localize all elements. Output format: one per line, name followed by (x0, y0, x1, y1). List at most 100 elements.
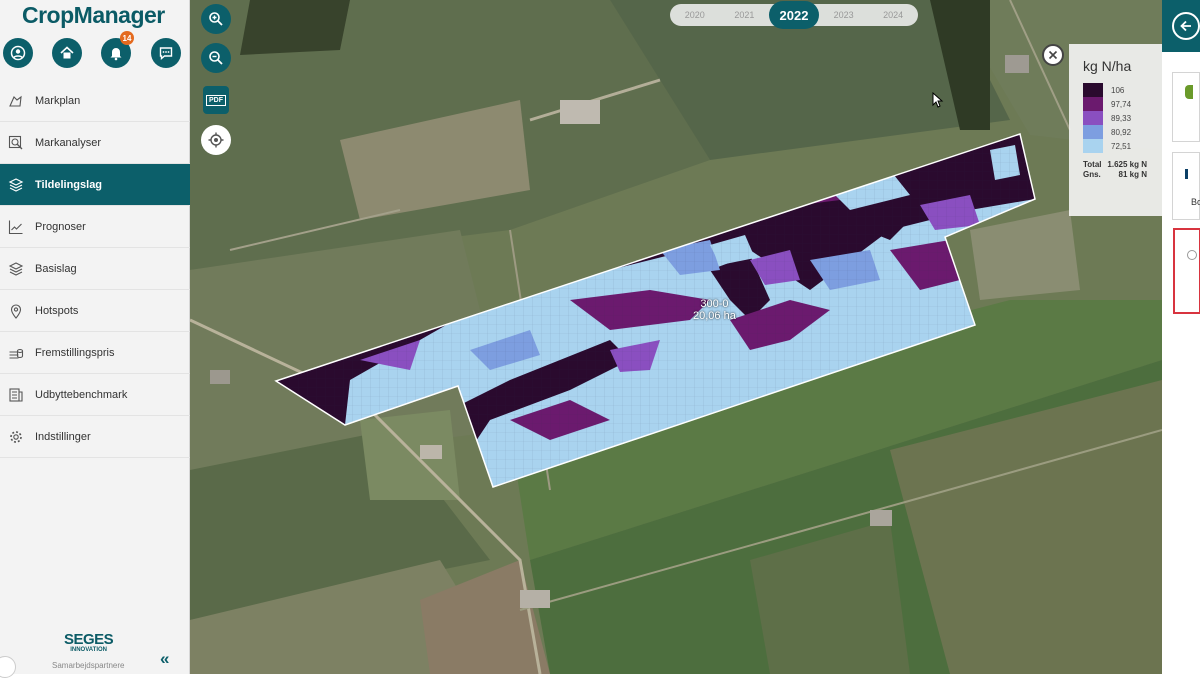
locate-icon (208, 132, 224, 148)
year-selector: 2020 2021 2022 2023 2024 (670, 1, 918, 29)
user-icon (10, 45, 26, 61)
nav-label: Tildelingslag (35, 178, 103, 191)
legend-value: 89,33 (1111, 113, 1132, 123)
nav-label: Fremstillingspris (35, 346, 115, 359)
year-option[interactable]: 2021 (720, 10, 770, 20)
field-polygon[interactable] (190, 0, 1162, 674)
main-nav: Markplan Markanalyser Tildelingslag Prog… (0, 80, 190, 458)
nav-item-tildelingslag[interactable]: Tildelingslag (0, 164, 190, 206)
nav-label: Prognoser (35, 220, 86, 233)
map-view[interactable]: 300-0 20,06 ha PDF 2020 2021 2022 2023 2… (190, 0, 1162, 674)
seges-brand: SEGES (64, 631, 114, 648)
nav-label: Basislag (35, 262, 77, 275)
pdf-export-button[interactable]: PDF (203, 86, 229, 114)
bell-icon (110, 48, 122, 61)
zoom-in-icon (209, 12, 223, 26)
seges-logo: SEGES INNOVATION (64, 631, 114, 654)
year-option[interactable]: 2023 (819, 10, 869, 20)
legend-row: 106 (1083, 83, 1162, 97)
field-name: 300-0 (700, 298, 729, 310)
nav-label: Hotspots (35, 304, 79, 317)
close-icon (1048, 50, 1058, 60)
radio-icon[interactable] (1187, 250, 1197, 260)
nav-label: Markplan (35, 94, 81, 107)
back-button[interactable] (1172, 12, 1200, 40)
panel-card-text: Bo (1191, 197, 1200, 207)
home-icon (60, 46, 74, 59)
nav-item-markanalyser[interactable]: Markanalyser (0, 122, 190, 164)
support-icon[interactable] (0, 656, 16, 678)
legend-row: 72,51 (1083, 139, 1162, 153)
zoom-out-icon (209, 51, 223, 65)
legend-swatch (1083, 139, 1103, 153)
nav-item-hotspots[interactable]: Hotspots (0, 290, 190, 332)
layers-icon (8, 177, 24, 193)
magnify-icon (8, 135, 24, 151)
nav-item-markplan[interactable]: Markplan (0, 80, 190, 122)
coins-icon (8, 345, 24, 361)
legend-panel: kg N/ha 106 97,74 89,33 80,92 72,51 Tota… (1069, 44, 1162, 216)
legend-value: 97,74 (1111, 99, 1132, 109)
pdf-icon: PDF (206, 94, 226, 106)
app-title: CropManager (22, 2, 165, 28)
nav-label: Markanalyser (35, 136, 102, 149)
locate-button[interactable] (201, 125, 231, 155)
legend-value: 106 (1111, 85, 1125, 95)
legend-swatch (1083, 111, 1103, 125)
legend-value: 72,51 (1111, 141, 1132, 151)
legend-total-row: Total 1.625 kg N (1083, 160, 1147, 169)
notification-badge: 14 (120, 31, 134, 45)
zoom-in-button[interactable] (201, 4, 231, 34)
messages-button[interactable] (151, 38, 181, 68)
legend-total-label: Total (1083, 160, 1102, 169)
home-button[interactable] (52, 38, 82, 68)
collapse-sidebar-button[interactable]: « (160, 649, 169, 669)
zoom-out-button[interactable] (201, 43, 231, 73)
nav-label: Indstillinger (35, 430, 91, 443)
seges-brand-sub: INNOVATION (70, 647, 107, 653)
year-option[interactable]: 2020 (670, 10, 720, 20)
legend-swatch (1083, 83, 1103, 97)
layers-outline-icon (8, 261, 24, 277)
marker-icon (1185, 169, 1188, 179)
legend-average-label: Gns. (1083, 170, 1101, 179)
map-pin-icon (8, 303, 24, 319)
nav-item-basislag[interactable]: Basislag (0, 248, 190, 290)
hand-map-icon (8, 93, 24, 109)
status-dot-icon (1185, 85, 1193, 99)
right-panel: Bo (1162, 0, 1200, 674)
nav-item-indstillinger[interactable]: Indstillinger (0, 416, 190, 458)
legend-value: 80,92 (1111, 127, 1132, 137)
legend-total-value: 1.625 kg N (1107, 160, 1147, 169)
legend-row: 97,74 (1083, 97, 1162, 111)
gear-icon (8, 429, 24, 445)
legend-title: kg N/ha (1083, 58, 1132, 74)
mouse-cursor-icon (932, 92, 944, 108)
right-panel-header (1162, 0, 1200, 52)
nav-label: Udbyttebenchmark (35, 388, 128, 401)
panel-card[interactable] (1172, 72, 1200, 142)
panel-card-selected[interactable] (1173, 228, 1200, 314)
legend-average-row: Gns. 81 kg N (1083, 170, 1147, 179)
field-area: 20,06 ha (693, 310, 736, 322)
field-label: 300-0 20,06 ha (693, 298, 736, 322)
panel-card[interactable]: Bo (1172, 152, 1200, 220)
partners-link[interactable]: Samarbejdspartnere (52, 661, 124, 670)
arrow-left-icon (1180, 20, 1191, 32)
nitrogen-rate-grid (276, 134, 1035, 487)
legend-close-button[interactable] (1042, 44, 1064, 66)
sidebar: CropManager 14 Markplan Markanalyser Til… (0, 0, 190, 678)
year-option[interactable]: 2024 (868, 10, 918, 20)
line-chart-icon (8, 219, 24, 235)
legend-row: 80,92 (1083, 125, 1162, 139)
legend-swatch (1083, 97, 1103, 111)
profile-button[interactable] (3, 38, 33, 68)
nav-item-prognoser[interactable]: Prognoser (0, 206, 190, 248)
legend-average-value: 81 kg N (1118, 170, 1147, 179)
chat-icon (159, 47, 173, 60)
nav-item-udbyttebenchmark[interactable]: Udbyttebenchmark (0, 374, 190, 416)
nav-item-fremstillingspris[interactable]: Fremstillingspris (0, 332, 190, 374)
year-option-selected[interactable]: 2022 (769, 1, 819, 29)
legend-swatch (1083, 125, 1103, 139)
notifications-button[interactable]: 14 (101, 31, 134, 68)
